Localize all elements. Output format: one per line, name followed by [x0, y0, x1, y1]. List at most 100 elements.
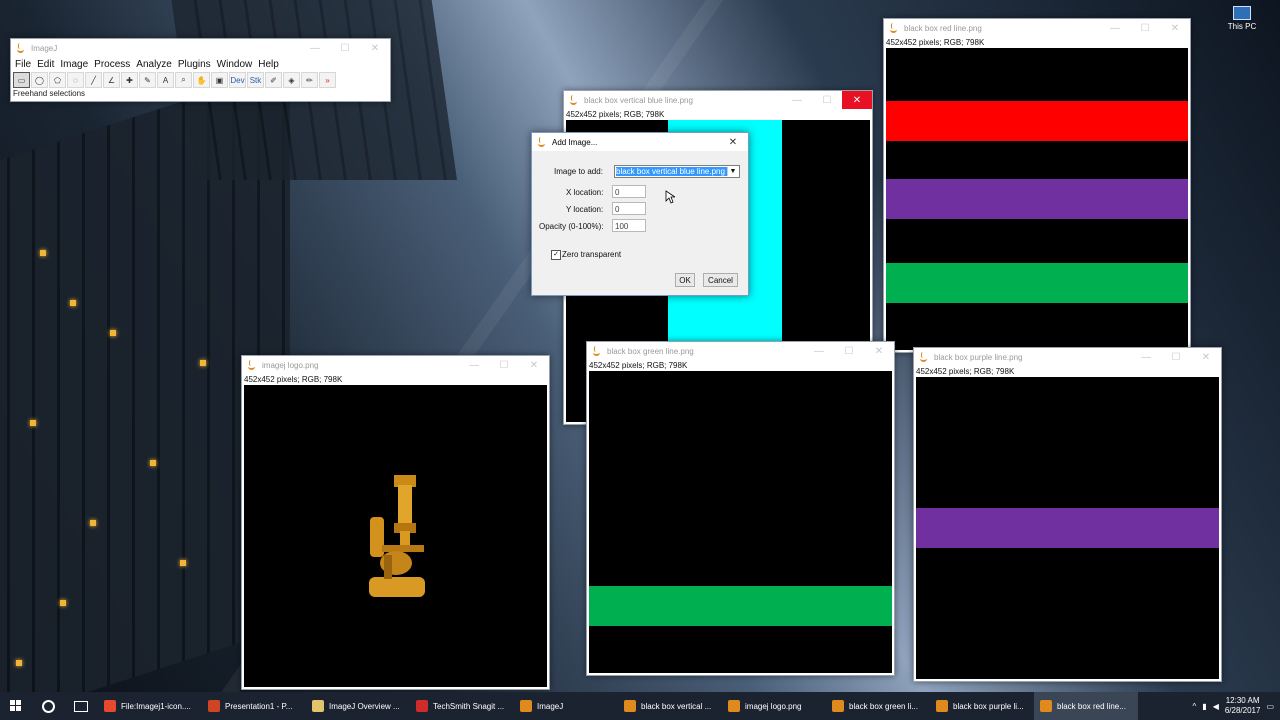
- image-canvas[interactable]: [244, 385, 547, 687]
- close-button[interactable]: ✕: [1191, 348, 1221, 366]
- image-window-purple[interactable]: black box purple line.png — ☐ ✕ 452x452 …: [913, 347, 1222, 682]
- text-tool-icon[interactable]: A: [157, 72, 174, 88]
- imagej-main-window[interactable]: ImageJ — ☐ ✕ File Edit Image Process Analyze…: [10, 38, 391, 102]
- image-window-red[interactable]: black box red line.png — ☐ ✕ 452x452 pix…: [883, 18, 1191, 353]
- window-title: ImageJ: [31, 43, 58, 53]
- taskbar-item[interactable]: ImageJ: [514, 692, 618, 720]
- close-button[interactable]: ✕: [360, 39, 390, 57]
- minimize-button[interactable]: —: [300, 39, 330, 57]
- search-icon: [41, 699, 55, 713]
- point-tool-icon[interactable]: ✚: [121, 72, 138, 88]
- x-location-label: X location:: [566, 188, 604, 197]
- add-image-dialog[interactable]: Add Image... ✕ Image to add: black box v…: [531, 132, 749, 296]
- taskbar-item[interactable]: ImageJ Overview ...: [306, 692, 410, 720]
- rectangle-tool-icon[interactable]: ▭: [13, 72, 30, 88]
- titlebar[interactable]: ImageJ — ☐ ✕: [11, 39, 390, 57]
- maximize-button[interactable]: ☐: [1161, 348, 1191, 366]
- image-info: 452x452 pixels; RGB; 798K: [916, 367, 1015, 376]
- close-button[interactable]: ✕: [864, 342, 894, 360]
- task-view-button[interactable]: [64, 692, 98, 720]
- menu-edit[interactable]: Edit: [36, 59, 59, 70]
- taskbar-item-label: black box purple li...: [953, 701, 1024, 711]
- dialog-titlebar[interactable]: Add Image... ✕: [532, 133, 748, 151]
- cancel-button[interactable]: Cancel: [703, 273, 738, 287]
- maximize-button[interactable]: ☐: [489, 356, 519, 374]
- taskbar-item[interactable]: black box red line...: [1034, 692, 1138, 720]
- clock[interactable]: 12:30 AM 6/28/2017: [1225, 696, 1261, 716]
- angle-tool-icon[interactable]: ∠: [103, 72, 120, 88]
- image-to-add-select[interactable]: black box vertical blue line.png ▼: [614, 165, 740, 178]
- mores-tool-icon[interactable]: »: [319, 72, 336, 88]
- close-button[interactable]: ✕: [718, 133, 748, 151]
- ok-button[interactable]: OK: [675, 273, 695, 287]
- titlebar[interactable]: black box green line.png — ☐ ✕: [587, 342, 894, 360]
- taskbar-item[interactable]: TechSmith Snagit ...: [410, 692, 514, 720]
- titlebar[interactable]: black box red line.png — ☐ ✕: [884, 19, 1190, 37]
- image-window-green[interactable]: black box green line.png — ☐ ✕ 452x452 p…: [586, 341, 895, 676]
- close-button[interactable]: ✕: [1160, 19, 1190, 37]
- taskbar-item[interactable]: Presentation1 - P...: [202, 692, 306, 720]
- maximize-button[interactable]: ☐: [330, 39, 360, 57]
- zero-transparent-label: Zero transparent: [562, 250, 622, 259]
- close-button[interactable]: ✕: [519, 356, 549, 374]
- purple-band: [886, 179, 1188, 219]
- menu-window[interactable]: Window: [216, 59, 258, 70]
- chevron-down-icon[interactable]: ▼: [727, 167, 738, 176]
- minimize-button[interactable]: —: [1131, 348, 1161, 366]
- notifications-icon[interactable]: ▭: [1266, 702, 1274, 711]
- menu-analyze[interactable]: Analyze: [135, 59, 177, 70]
- image-canvas[interactable]: [589, 371, 892, 673]
- taskbar-item[interactable]: black box green li...: [826, 692, 930, 720]
- image-canvas[interactable]: [886, 48, 1188, 350]
- menu-image[interactable]: Image: [59, 59, 93, 70]
- taskbar-item[interactable]: black box purple li...: [930, 692, 1034, 720]
- minimize-button[interactable]: —: [459, 356, 489, 374]
- tool-dev[interactable]: Dev: [229, 72, 246, 88]
- volume-icon[interactable]: ◀: [1213, 702, 1219, 711]
- this-pc-desktop-icon[interactable]: This PC: [1226, 6, 1258, 31]
- chevron-up-icon[interactable]: ^: [1193, 702, 1197, 711]
- tool-stk[interactable]: Stk: [247, 72, 264, 88]
- lit-window: [90, 520, 96, 526]
- windows-logo-icon: [10, 700, 21, 711]
- menu-process[interactable]: Process: [93, 59, 135, 70]
- search-button[interactable]: [32, 692, 64, 720]
- pencil-tool-icon[interactable]: ✏: [301, 72, 318, 88]
- menu-help[interactable]: Help: [257, 59, 284, 70]
- opacity-field[interactable]: 100: [612, 219, 646, 232]
- maximize-button[interactable]: ☐: [812, 91, 842, 109]
- wand-tool-icon[interactable]: ✎: [139, 72, 156, 88]
- menu-plugins[interactable]: Plugins: [177, 59, 216, 70]
- oval-tool-icon[interactable]: ◯: [31, 72, 48, 88]
- taskbar-item-label: black box vertical ...: [641, 701, 712, 711]
- minimize-button[interactable]: —: [804, 342, 834, 360]
- magnifier-tool-icon[interactable]: ⌕: [175, 72, 192, 88]
- network-icon[interactable]: ▮: [1202, 702, 1206, 711]
- titlebar[interactable]: black box purple line.png — ☐ ✕: [914, 348, 1221, 366]
- image-canvas[interactable]: [916, 377, 1219, 679]
- freehand-tool-icon[interactable]: ◌: [67, 72, 84, 88]
- line-tool-icon[interactable]: ╱: [85, 72, 102, 88]
- menu-file[interactable]: File: [14, 59, 36, 70]
- taskbar-item[interactable]: black box vertical ...: [618, 692, 722, 720]
- maximize-button[interactable]: ☐: [1130, 19, 1160, 37]
- x-location-field[interactable]: 0: [612, 185, 646, 198]
- minimize-button[interactable]: —: [1100, 19, 1130, 37]
- zero-transparent-checkbox[interactable]: ✓: [551, 250, 561, 260]
- color-picker-tool-icon[interactable]: ▣: [211, 72, 228, 88]
- titlebar[interactable]: imagej logo.png — ☐ ✕: [242, 356, 549, 374]
- maximize-button[interactable]: ☐: [834, 342, 864, 360]
- taskbar-item[interactable]: File:Imagej1-icon....: [98, 692, 202, 720]
- titlebar[interactable]: black box vertical blue line.png — ☐ ✕: [564, 91, 872, 109]
- close-button[interactable]: ✕: [842, 91, 872, 109]
- start-button[interactable]: [0, 692, 32, 720]
- image-window-logo[interactable]: imagej logo.png — ☐ ✕ 452x452 pixels; RG…: [241, 355, 550, 690]
- polygon-tool-icon[interactable]: ⬠: [49, 72, 66, 88]
- hand-tool-icon[interactable]: ✋: [193, 72, 210, 88]
- brush-tool-icon[interactable]: ✐: [265, 72, 282, 88]
- minimize-button[interactable]: —: [782, 91, 812, 109]
- java-icon: [593, 346, 601, 356]
- taskbar-item[interactable]: imagej logo.png: [722, 692, 826, 720]
- y-location-field[interactable]: 0: [612, 202, 646, 215]
- flood-fill-tool-icon[interactable]: ◈: [283, 72, 300, 88]
